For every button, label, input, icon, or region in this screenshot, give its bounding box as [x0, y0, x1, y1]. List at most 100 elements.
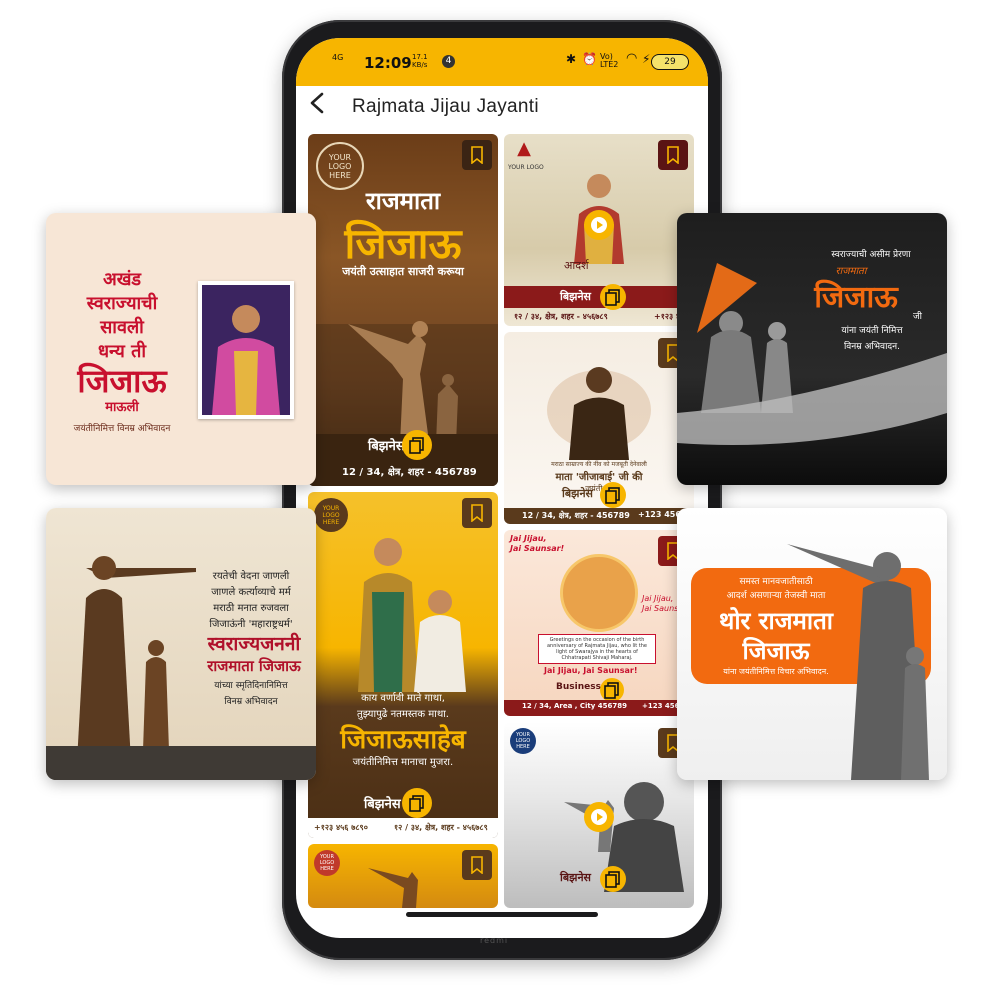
tile-slogan: Jai Jijau, Jai Saunsar!	[544, 666, 638, 675]
portrait-illustration	[358, 538, 466, 692]
card-text: जाणले कर्त्याव्याचे मर्म	[211, 587, 291, 598]
battery-indicator: 29	[651, 54, 689, 70]
logo-placeholder: YOUR LOGO HERE	[316, 142, 364, 190]
alarm-icon: ⏰	[582, 52, 597, 66]
template-tile[interactable]: YOUR LOGO HERE	[308, 844, 498, 908]
card-headline: जिजाऊ	[814, 280, 898, 315]
business-phone: +१२३ ४५६ ७८९०	[314, 823, 368, 832]
copy-icon[interactable]	[600, 678, 624, 702]
template-tile[interactable]: Jai Jijau, Jai Saunsar! Jai Jijau, Jai S…	[504, 530, 694, 716]
card-headline: जिजाऊ	[742, 637, 810, 665]
logo-placeholder: YOUR LOGO HERE	[314, 850, 340, 876]
network-indicator: 4G	[332, 53, 344, 62]
play-icon[interactable]	[584, 210, 614, 240]
fort-wall	[46, 746, 316, 780]
template-preview-card[interactable]: रयतेची वेदना जाणली जाणले कर्त्याव्याचे म…	[46, 508, 316, 780]
copy-icon[interactable]	[402, 788, 432, 818]
business-address: 12 / 34, क्षेत्र, शहर - 456789	[342, 467, 477, 478]
template-tile[interactable]: ▲ YOUR LOGO आदर्श बिझनेस १२ / ३४, क्षेत्…	[504, 134, 694, 326]
logo-placeholder: YOUR LOGO HERE	[510, 728, 536, 754]
business-name: बिझनेस	[368, 439, 405, 454]
business-name: बिझनेस	[562, 487, 593, 500]
template-tile[interactable]: YOUR LOGO HERE राजमाता जिजाऊ जयंती उत्सा…	[308, 134, 498, 486]
template-tile[interactable]: YOUR LOGO HERE काय वर्णावी माते गाथा, तु…	[308, 492, 498, 838]
card-text: स्वराज्याची असीम प्रेरणा	[831, 250, 911, 260]
template-preview-card[interactable]: समस्त मानवजातीसाठी आदर्श असणाऱ्या तेजस्व…	[677, 508, 947, 780]
business-address: १२ / ३४, क्षेत्र, शहर - ४५६७८९	[394, 823, 488, 832]
card-text: रयतेची वेदना जाणली	[212, 571, 290, 582]
tile-caption: आदर्श	[564, 259, 589, 272]
card-headline: स्वराज्यजननी	[207, 633, 301, 655]
card-text: सावली	[100, 317, 144, 338]
business-address: 12 / 34, Area , City 456789	[522, 702, 627, 710]
copy-icon[interactable]	[402, 430, 432, 460]
business-name: बिझनेस	[364, 797, 401, 812]
card-text: मराठी मनात रुजवला	[213, 603, 289, 614]
business-address: 12 / 34, क्षेत्र, शहर - 456789	[522, 511, 630, 520]
tile-ribbon	[504, 286, 694, 308]
card-text: विनम्र अभिवादन.	[843, 342, 901, 352]
statue-illustration	[46, 556, 196, 780]
status-time: 12:09	[364, 54, 412, 72]
notification-badge: 4	[442, 55, 455, 68]
card-text: अखंड	[102, 269, 142, 290]
wifi-icon: ◠	[626, 51, 638, 66]
statue-illustration	[308, 321, 498, 444]
copy-icon[interactable]	[600, 866, 626, 892]
business-name: Business	[556, 682, 601, 692]
phone-screen: 4G 12:09 17.1 KB/s 4 ✱ ⏰ Vo) LTE2 ◠ ⚡ 29…	[296, 38, 708, 938]
page-title: Rajmata Jijau Jayanti	[352, 96, 539, 117]
volte-indicator: Vo) LTE2	[600, 52, 619, 69]
app-bar: Rajmata Jijau Jayanti	[296, 86, 708, 130]
tile-header: Jai Saunsar!	[510, 544, 565, 553]
portrait-medallion	[560, 554, 638, 632]
card-text: माऊली	[105, 400, 139, 415]
card-headline: राजमाता जिजाऊ	[207, 657, 301, 675]
tile-headline: माता 'जीजाबाई' जी की	[555, 472, 643, 483]
card-text: विनम्र अभिवादन	[224, 697, 278, 707]
card-text: स्वराज्याची	[86, 293, 158, 314]
business-address: १२ / ३४, क्षेत्र, शहर - ४५६७८९	[514, 312, 608, 321]
portrait-illustration	[547, 367, 651, 460]
template-tile[interactable]: मराठा साम्राज्य की नींव को मजबूती देनेवा…	[504, 332, 694, 524]
tile-header: Jai Jijau,	[510, 534, 547, 543]
tile-caption: तुझ्यापुढे नतमस्तक माथा.	[357, 709, 449, 720]
card-headline: थोर राजमाता	[718, 607, 834, 635]
card-text: जिजाऊंनी 'महाराष्ट्रधर्म'	[209, 619, 293, 630]
copy-icon[interactable]	[600, 284, 626, 310]
copy-icon[interactable]	[600, 482, 626, 508]
tile-subtitle: जयंती पर	[585, 484, 613, 493]
card-text: यांना जयंती निमित्त	[841, 326, 903, 336]
bluetooth-icon: ✱	[566, 52, 577, 66]
template-preview-card[interactable]: स्वराज्याची असीम प्रेरणा राजमाता जिजाऊ ज…	[677, 213, 947, 485]
business-name: बिझनेस	[560, 290, 591, 303]
card-text: जी	[913, 312, 923, 322]
charging-icon: ⚡	[642, 52, 651, 66]
tile-subtitle: जयंतीनिमित्त मानाचा मुजरा.	[352, 757, 454, 768]
tile-headline: जिजाऊसाहेब	[340, 725, 466, 755]
bookmark-icon[interactable]	[462, 140, 492, 170]
card-text: समस्त मानवजातीसाठी	[739, 577, 813, 587]
card-caption: यांना जयंतीनिमित्त विचार अभिवादन.	[723, 667, 829, 676]
portrait-frame	[198, 281, 294, 419]
status-bar: 4G 12:09 17.1 KB/s 4 ✱ ⏰ Vo) LTE2 ◠ ⚡ 29	[296, 38, 708, 86]
home-indicator[interactable]	[406, 912, 598, 917]
tile-title: राजमाता	[365, 187, 441, 215]
play-icon[interactable]	[584, 802, 614, 832]
card-headline: जिजाऊ	[77, 362, 167, 400]
tile-subtitle: जयंती उत्साहात साजरी करूया	[342, 265, 464, 278]
net-speed: 17.1 KB/s	[412, 53, 428, 69]
business-name: बिझनेस	[560, 871, 591, 884]
card-text: आदर्श असणाऱ्या तेजस्वी माता	[726, 591, 826, 601]
template-tile[interactable]: YOUR LOGO HERE बिझनेस	[504, 722, 694, 908]
logo-placeholder: YOUR LOGO	[508, 164, 544, 171]
card-caption: जयंतीनिमित्त विनम्र अभिवादन	[73, 424, 171, 434]
bookmark-icon[interactable]	[462, 850, 492, 880]
back-arrow-icon[interactable]	[308, 92, 326, 120]
bookmark-icon[interactable]	[658, 140, 688, 170]
portrait-illustration	[202, 285, 290, 415]
statue-illustration	[368, 868, 418, 908]
tile-headline: जिजाऊ	[344, 219, 462, 268]
template-preview-card[interactable]: अखंड स्वराज्याची सावली धन्य ती जिजाऊ माऊ…	[46, 213, 316, 485]
tile-caption: Jai Jijau,	[642, 594, 674, 603]
